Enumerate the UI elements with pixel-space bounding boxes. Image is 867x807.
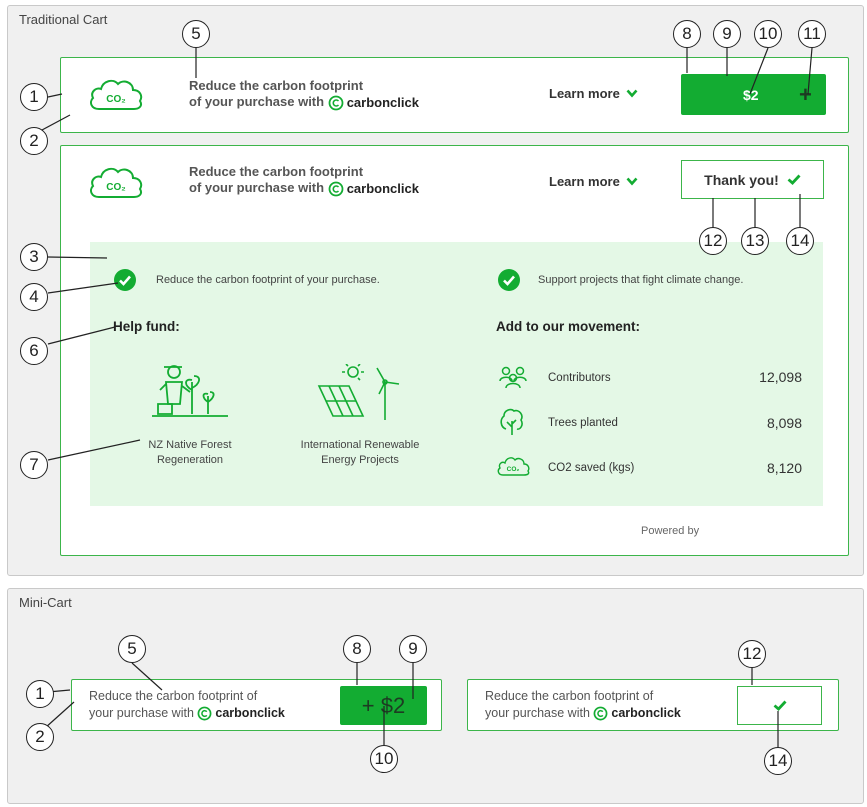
tree-icon [500, 408, 523, 435]
project-2-line-1: International Renewable [300, 439, 420, 451]
checkmark-icon [787, 174, 801, 185]
offer-line-1: Reduce the carbon footprint [189, 78, 364, 93]
callout-7: 7 [20, 451, 48, 479]
mini-callout-12: 12 [738, 640, 766, 668]
callout-13: 13 [741, 227, 769, 255]
callout-10: 10 [754, 20, 782, 48]
section-title: Mini-Cart [19, 595, 72, 610]
callout-9: 9 [713, 20, 741, 48]
chevron-down-icon [626, 177, 638, 186]
project-1-line-2: Regeneration [156, 454, 224, 466]
mini-offer-widget-confirmed: Reduce the carbon footprint of your purc… [467, 679, 839, 731]
callout-11: 11 [798, 20, 826, 48]
carbonclick-wordmark: carbonclick [346, 180, 419, 196]
mini-callout-1: 1 [26, 680, 54, 708]
cloud-label: CO₂ [106, 182, 125, 193]
help-fund-heading: Help fund: [113, 319, 180, 334]
benefit-2-text: Support projects that fight climate chan… [538, 274, 744, 286]
offer-line-2: of your purchase with [189, 94, 325, 109]
info-panel: Reduce the carbon footprint of your purc… [90, 242, 823, 506]
benefit-check-icon [114, 269, 136, 291]
plus-icon: + [799, 81, 812, 107]
mini-add-offset-button[interactable]: + $2 [340, 686, 427, 725]
callout-1: 1 [20, 83, 48, 111]
mini-line-2: your purchase with [485, 706, 590, 720]
section-title: Traditional Cart [19, 12, 108, 27]
project-1-caption: NZ Native Forest Regeneration [120, 438, 260, 468]
carbonclick-wordmark: carbonclick [346, 94, 419, 110]
checkmark-icon [773, 700, 787, 711]
price-label: $2 [743, 86, 759, 103]
learn-more-label: Learn more [549, 174, 620, 189]
powered-by-text: Powered by [641, 525, 700, 537]
carbonclick-wordmark: carbonclick [215, 706, 285, 721]
carbonclick-logo: carbonclick [593, 705, 681, 722]
callout-2: 2 [20, 127, 48, 155]
carbonclick-logo: carbonclick [328, 95, 419, 111]
benefit-1-text: Reduce the carbon footprint of your purc… [156, 274, 380, 286]
mini-callout-9: 9 [399, 635, 427, 663]
carbonclick-logo-icon [593, 706, 608, 721]
carbon-offer-widget: CO₂ Reduce the carbon footprint of your … [60, 57, 849, 133]
project-1-line-1: NZ Native Forest [148, 439, 232, 451]
people-icon [499, 366, 527, 389]
stat-co2-label: CO2 saved (kgs) [548, 462, 635, 474]
mini-callout-8: 8 [343, 635, 371, 663]
callout-14: 14 [786, 227, 814, 255]
thank-you-button[interactable]: Thank you! [681, 160, 824, 199]
stat-contributors-value: 12,098 [759, 369, 802, 385]
movement-heading: Add to our movement: [496, 319, 640, 334]
carbonclick-logo-icon [328, 181, 344, 196]
carbonclick-wordmark: carbonclick [611, 706, 681, 721]
mini-confirmed-button[interactable] [737, 686, 822, 725]
mini-callout-14: 14 [764, 747, 792, 775]
offer-line-2: of your purchase with [189, 180, 325, 195]
carbon-offer-widget-expanded: CO₂ Reduce the carbon footprint of your … [60, 145, 849, 556]
callout-8: 8 [673, 20, 701, 48]
co2-cloud-icon: CO₂ [90, 79, 143, 110]
callout-6: 6 [20, 337, 48, 365]
stat-cloud-label: CO₂ [507, 466, 520, 473]
callout-12: 12 [699, 227, 727, 255]
co2-cloud-icon: CO₂ [497, 457, 530, 476]
benefit-check-icon [498, 269, 520, 291]
mini-offer-text: Reduce the carbon footprint of your purc… [485, 688, 681, 722]
stat-trees-label: Trees planted [548, 417, 618, 429]
mini-callout-2: 2 [26, 723, 54, 751]
project-2-caption: International Renewable Energy Projects [280, 438, 440, 468]
carbonclick-logo: carbonclick [197, 705, 285, 722]
mini-line-1: Reduce the carbon footprint of [89, 689, 258, 703]
mini-offer-widget: Reduce the carbon footprint of your purc… [71, 679, 442, 731]
callout-3: 3 [20, 243, 48, 271]
mini-callout-5: 5 [118, 635, 146, 663]
callout-5: 5 [182, 20, 210, 48]
stat-co2-value: 8,120 [766, 460, 802, 476]
carbonclick-logo-icon [197, 706, 212, 721]
offer-line-1: Reduce the carbon footprint [189, 164, 364, 179]
mini-callout-10: 10 [370, 745, 398, 773]
solar-wind-icon [317, 364, 400, 420]
project-2-line-2: Energy Projects [321, 454, 399, 466]
stat-trees-value: 8,098 [766, 415, 802, 431]
offer-text: Reduce the carbon footprint of your purc… [189, 164, 419, 197]
mini-line-2: your purchase with [89, 706, 194, 720]
add-offset-button[interactable]: $2 + [681, 74, 826, 115]
gardener-plants-icon [152, 365, 228, 417]
callout-4: 4 [20, 283, 48, 311]
co2-cloud-icon: CO₂ [90, 167, 143, 198]
chevron-down-icon [626, 89, 638, 98]
cloud-label: CO₂ [106, 94, 125, 105]
mini-offer-text: Reduce the carbon footprint of your purc… [89, 688, 285, 722]
carbonclick-logo-icon [328, 95, 344, 110]
learn-more-label: Learn more [549, 86, 620, 101]
offer-text: Reduce the carbon footprint of your purc… [189, 78, 419, 111]
stat-contributors-label: Contributors [548, 372, 611, 384]
carbonclick-logo: carbonclick [328, 181, 419, 197]
mini-line-1: Reduce the carbon footprint of [485, 689, 654, 703]
learn-more-link[interactable]: Learn more [549, 86, 638, 101]
mini-button-label: + $2 [361, 692, 406, 718]
learn-more-link[interactable]: Learn more [549, 174, 638, 189]
thank-you-label: Thank you! [704, 171, 779, 188]
